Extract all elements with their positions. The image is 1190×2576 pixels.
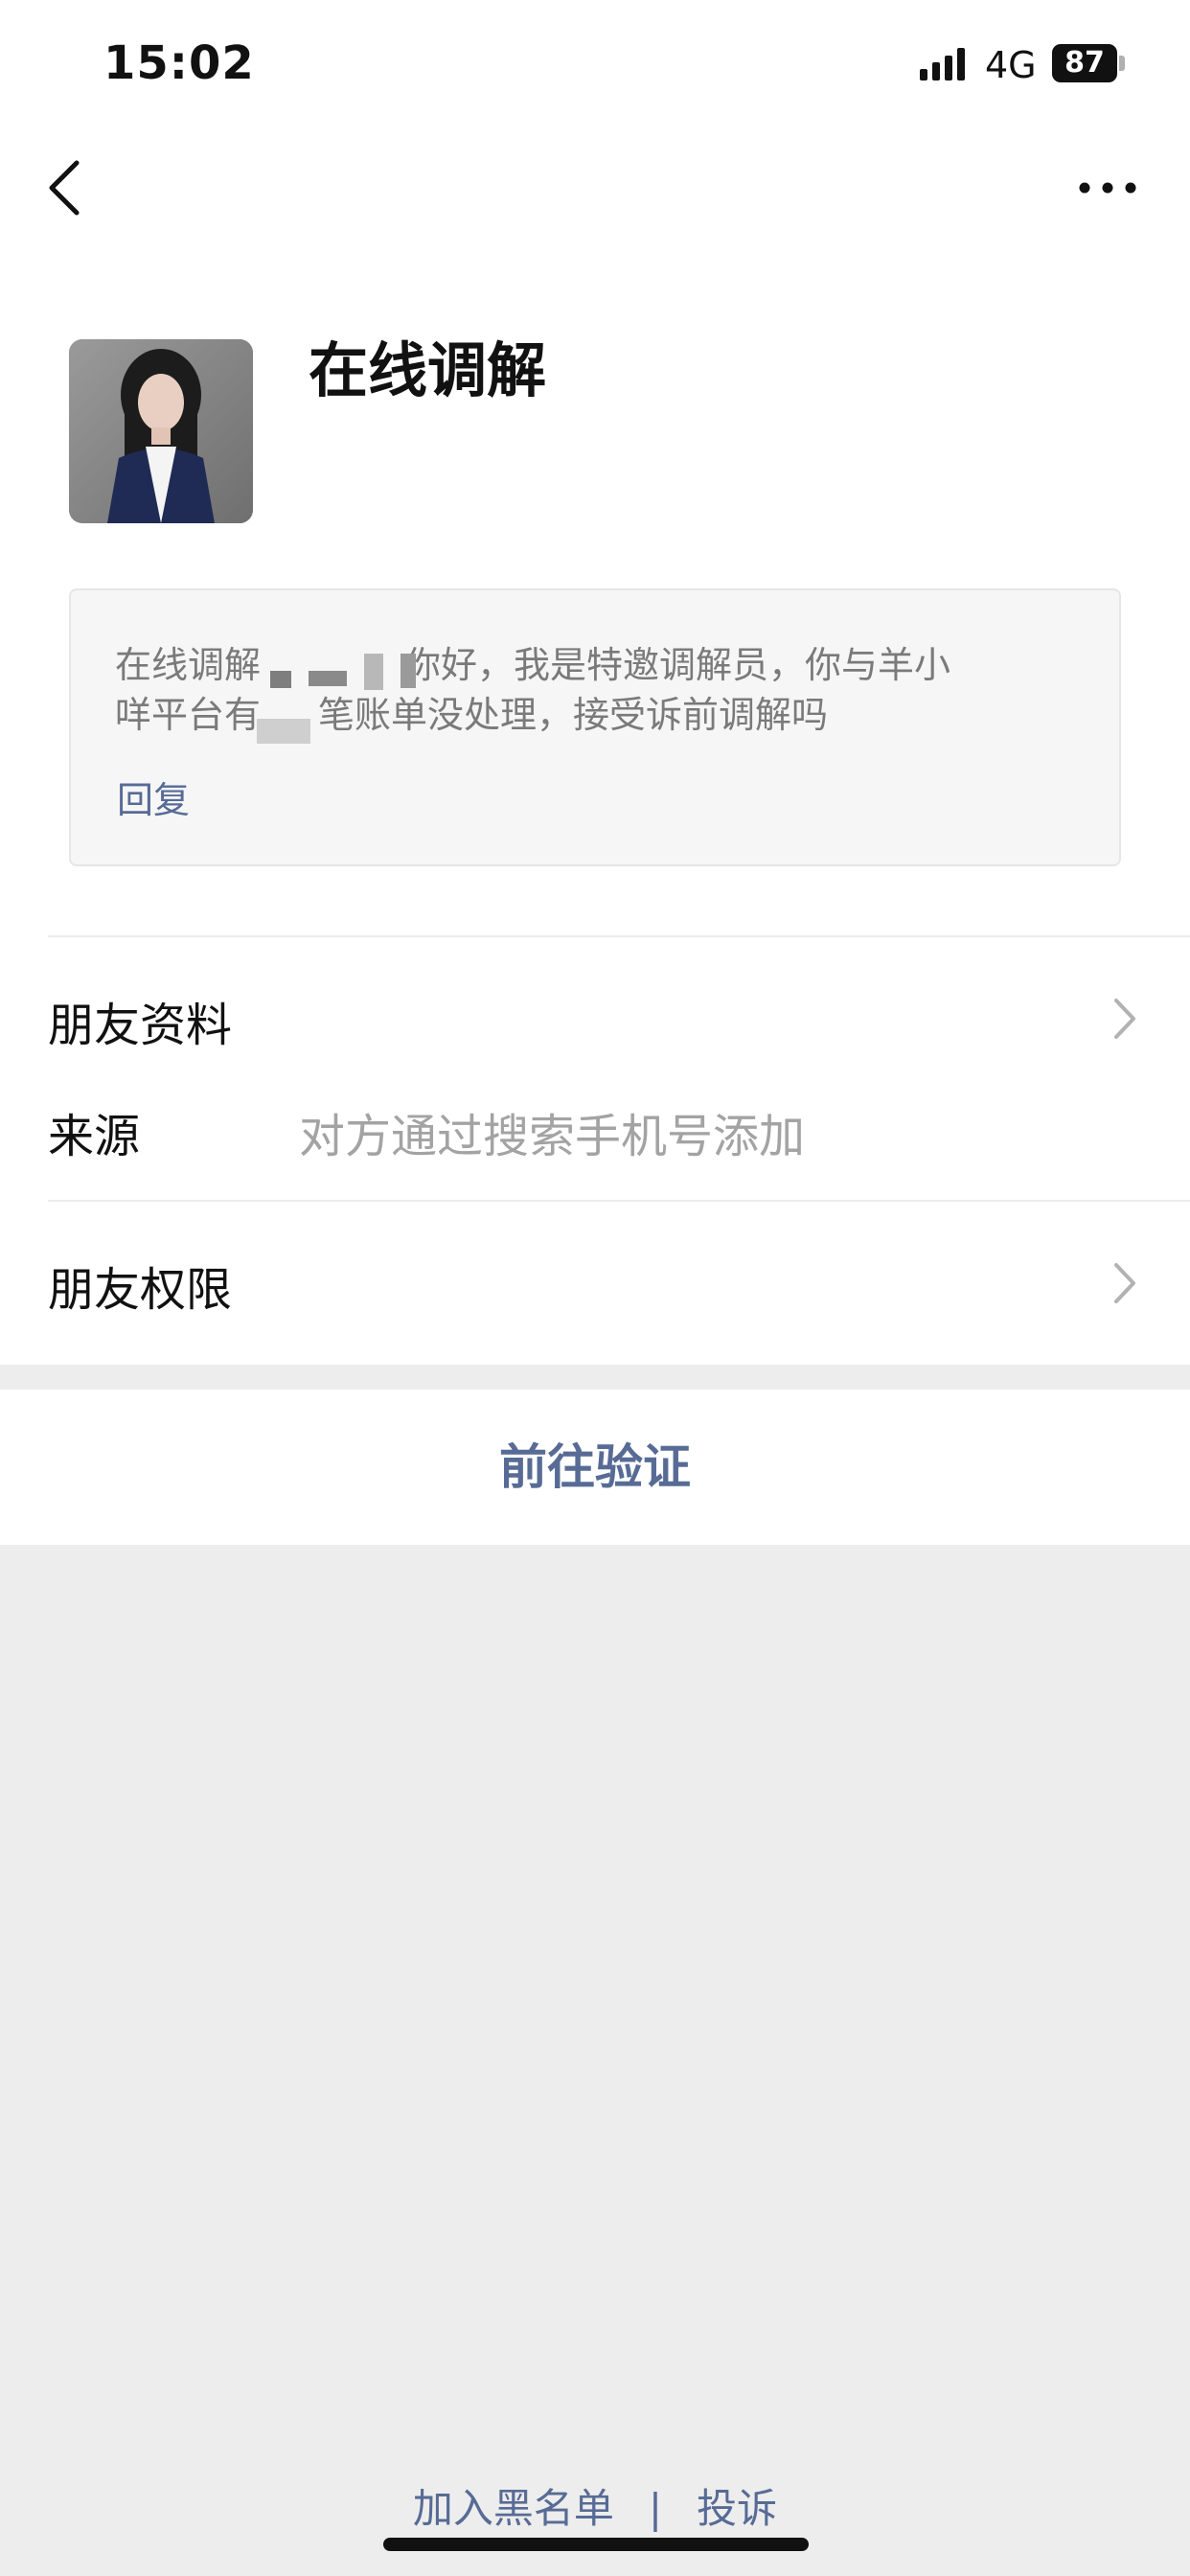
- avatar-photo: [69, 339, 253, 523]
- battery-level: 87: [1064, 46, 1105, 80]
- report-link[interactable]: 投诉: [697, 2485, 777, 2532]
- redaction-block: [364, 654, 383, 690]
- contact-name: 在线调解: [309, 335, 547, 405]
- home-indicator[interactable]: [383, 2538, 809, 2551]
- network-type: 4G: [985, 44, 1037, 86]
- redaction-block: [257, 719, 310, 744]
- friend-permissions-label[interactable]: 朋友权限: [48, 1252, 232, 1319]
- chevron-right-icon[interactable]: [1111, 1261, 1138, 1305]
- section-gap: [0, 1365, 1190, 1390]
- battery-icon: 87: [1052, 44, 1117, 82]
- friend-info-label[interactable]: 朋友资料: [48, 987, 232, 1054]
- more-horizontal-icon[interactable]: [1077, 176, 1138, 199]
- greeting-message-card: 在线调解 你好，我是特邀调解员，你与羊小 咩平台有 笔账单没处理，接受诉前调解吗 回…: [69, 588, 1121, 866]
- status-bar: 15:02 4G 87: [0, 0, 1190, 134]
- signal-strength-icon: [920, 48, 965, 80]
- divider: [48, 1200, 1190, 1202]
- verify-panel: 前往验证: [0, 1390, 1190, 1545]
- source-label: 来源: [48, 1110, 141, 1163]
- battery-cap: [1119, 56, 1125, 71]
- divider: [48, 935, 1190, 937]
- redaction-block: [270, 671, 291, 688]
- message-line2-suffix: 笔账单没处理，接受诉前调解吗: [318, 694, 829, 736]
- message-line2-prefix: 咩平台有: [115, 694, 262, 736]
- footer-separator: |: [648, 2485, 663, 2532]
- blacklist-link[interactable]: 加入黑名单: [413, 2485, 614, 2532]
- message-line1-suffix: 你好，我是特邀调解员，你与羊小: [404, 644, 951, 686]
- status-time: 15:02: [103, 36, 255, 90]
- chevron-left-icon[interactable]: [42, 157, 84, 218]
- redaction-block: [400, 654, 416, 688]
- verify-button[interactable]: 前往验证: [0, 1390, 1190, 1545]
- avatar[interactable]: [69, 339, 253, 523]
- source-value: 对方通过搜索手机号添加: [299, 1110, 806, 1163]
- reply-link[interactable]: 回复: [117, 770, 190, 823]
- message-line1-prefix: 在线调解: [115, 644, 262, 686]
- redaction-block: [309, 671, 347, 686]
- chevron-right-icon[interactable]: [1111, 997, 1138, 1041]
- footer-links: 加入黑名单 | 投诉: [0, 2476, 1190, 2535]
